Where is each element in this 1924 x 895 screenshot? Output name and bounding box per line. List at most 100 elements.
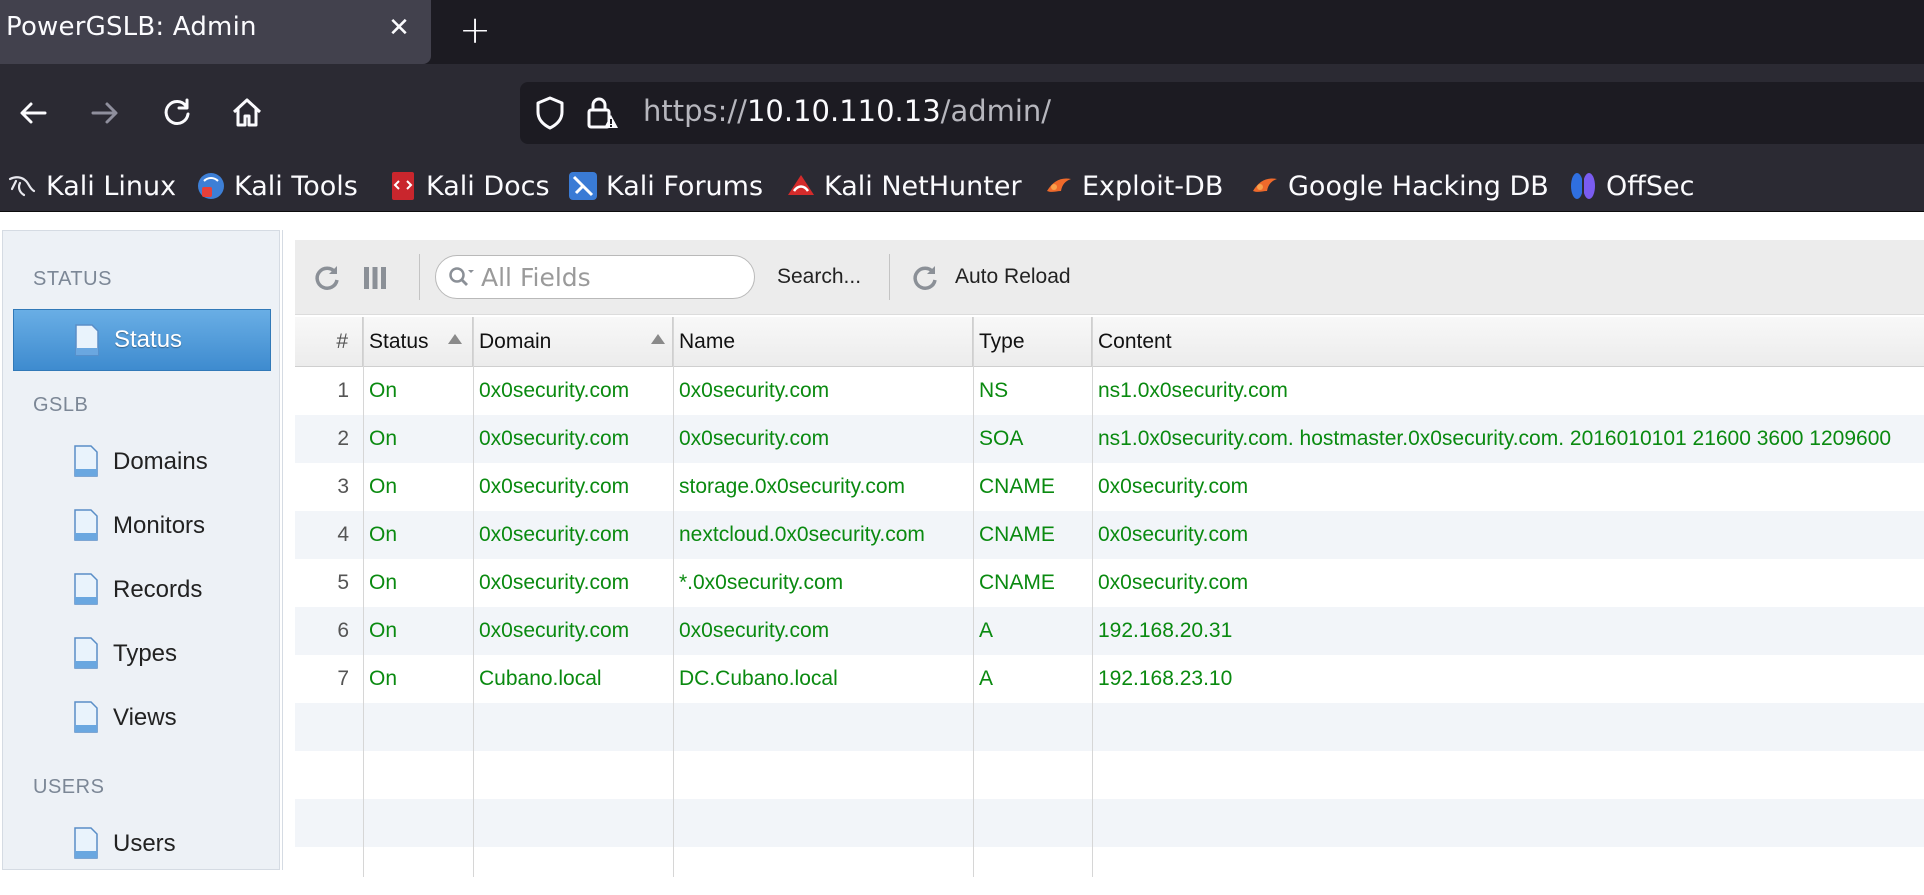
- cell-content: ns1.0x0security.com. hostmaster.0x0secur…: [1098, 427, 1892, 450]
- cell-type: A: [979, 667, 994, 690]
- cell-domain: 0x0security.com: [479, 619, 630, 642]
- bookmark-label: Kali Tools: [234, 170, 358, 202]
- document-icon: [74, 445, 98, 477]
- search-button[interactable]: Search...: [777, 265, 861, 289]
- search-input[interactable]: [481, 262, 741, 292]
- url-scheme: https://: [643, 94, 747, 128]
- column-header-name[interactable]: Name: [673, 317, 973, 367]
- empty-row: [295, 703, 1924, 751]
- column-header-status[interactable]: Status: [363, 317, 473, 367]
- bookmark-kali-tools[interactable]: Kali Tools: [196, 164, 358, 208]
- home-button[interactable]: [222, 88, 272, 138]
- cell-content: ns1.0x0security.com: [1098, 379, 1288, 402]
- sidebar-item-records[interactable]: Records: [13, 559, 271, 621]
- sidebar-item-label: Views: [113, 704, 177, 731]
- sidebar-item-label: Monitors: [113, 512, 206, 539]
- document-icon: [74, 573, 98, 605]
- columns-button[interactable]: [355, 258, 395, 298]
- url-text[interactable]: https://10.10.110.13/admin/: [643, 94, 1051, 128]
- forward-button[interactable]: [80, 88, 130, 138]
- page-content: STATUS Status GSLB Domains Monitors Reco…: [0, 213, 1924, 895]
- column-header-content[interactable]: Content: [1092, 317, 1924, 367]
- tab-strip: PowerGSLB: Admin ✕ +: [0, 0, 1924, 64]
- search-field[interactable]: [435, 255, 755, 299]
- sidebar-item-users[interactable]: Users: [13, 813, 271, 875]
- bookmark-kali-linux[interactable]: Kali Linux: [8, 164, 176, 208]
- cell-content: 0x0security.com: [1098, 523, 1249, 546]
- bookmark-google-hacking-db[interactable]: Google Hacking DB: [1250, 164, 1549, 208]
- cell-content: 192.168.23.10: [1098, 667, 1233, 690]
- sidebar-item-types[interactable]: Types: [13, 623, 271, 685]
- table-row[interactable]: 5 On 0x0security.com *.0x0security.com C…: [295, 559, 1924, 607]
- sidebar-item-monitors[interactable]: Monitors: [13, 495, 271, 557]
- address-bar[interactable]: https://10.10.110.13/admin/: [520, 82, 1924, 144]
- column-header-index: #: [295, 317, 363, 367]
- reload-icon: [164, 98, 190, 125]
- bookmark-label: OffSec: [1606, 170, 1695, 202]
- ghdb-icon: [1250, 171, 1280, 201]
- sidebar-item-domains[interactable]: Domains: [13, 431, 271, 493]
- sidebar-item-label: Records: [113, 576, 203, 603]
- navigation-toolbar: https://10.10.110.13/admin/: [0, 64, 1924, 160]
- document-icon: [74, 637, 98, 669]
- back-arrow-icon: [20, 102, 47, 124]
- bookmark-kali-forums[interactable]: Kali Forums: [568, 164, 763, 208]
- table-row[interactable]: 2 On 0x0security.com 0x0security.com SOA…: [295, 415, 1924, 463]
- sidebar-item-status[interactable]: Status: [13, 309, 271, 371]
- close-tab-icon[interactable]: ✕: [384, 10, 414, 46]
- sidebar-item-label: Domains: [113, 448, 208, 475]
- cell-status: On: [369, 619, 398, 642]
- auto-reload-label[interactable]: Auto Reload: [955, 265, 1071, 289]
- bookmark-label: Google Hacking DB: [1288, 170, 1549, 202]
- cell-domain: 0x0security.com: [479, 427, 630, 450]
- cell-status: On: [369, 667, 398, 690]
- column-header-label: Domain: [479, 330, 552, 353]
- lock-warning-icon[interactable]: [586, 95, 620, 131]
- bookmark-kali-nethunter[interactable]: Kali NetHunter: [786, 164, 1022, 208]
- sidebar-item-views[interactable]: Views: [13, 687, 271, 749]
- cell-name: 0x0security.com: [679, 619, 830, 642]
- cell-name: storage.0x0security.com: [679, 475, 906, 498]
- table-row[interactable]: 3 On 0x0security.com storage.0x0security…: [295, 463, 1924, 511]
- table-row[interactable]: 4 On 0x0security.com nextcloud.0x0securi…: [295, 511, 1924, 559]
- bookmark-exploit-db[interactable]: Exploit-DB: [1044, 164, 1223, 208]
- cell-name: 0x0security.com: [679, 379, 830, 402]
- toolbar-separator: [889, 254, 890, 300]
- cell-type: CNAME: [979, 523, 1055, 546]
- sort-ascending-icon: [651, 334, 665, 344]
- column-header-domain[interactable]: Domain: [473, 317, 673, 367]
- reload-button[interactable]: [152, 88, 202, 138]
- document-icon: [74, 701, 98, 733]
- new-tab-button[interactable]: +: [455, 8, 495, 52]
- bookmark-label: Kali Docs: [426, 170, 550, 202]
- table-row[interactable]: 1 On 0x0security.com 0x0security.com NS …: [295, 367, 1924, 415]
- document-icon: [75, 324, 99, 356]
- cell-domain: 0x0security.com: [479, 379, 630, 402]
- column-divider: [473, 317, 474, 877]
- table-header: # Status Domain Name Type Content: [295, 317, 1924, 367]
- cell-type: A: [979, 619, 994, 642]
- shield-icon[interactable]: [534, 96, 566, 130]
- bookmark-label: Kali NetHunter: [824, 170, 1022, 202]
- bookmark-label: Kali Forums: [606, 170, 764, 202]
- kali-nethunter-icon: [786, 171, 816, 201]
- bookmark-offsec[interactable]: OffSec: [1568, 164, 1694, 208]
- bookmark-kali-docs[interactable]: Kali Docs: [388, 164, 550, 208]
- cell-domain: 0x0security.com: [479, 475, 630, 498]
- auto-reload-button[interactable]: [905, 258, 945, 298]
- column-header-type[interactable]: Type: [973, 317, 1092, 367]
- table-row[interactable]: 6 On 0x0security.com 0x0security.com A 1…: [295, 607, 1924, 655]
- browser-tab[interactable]: PowerGSLB: Admin ✕: [0, 0, 431, 64]
- cell-type: CNAME: [979, 571, 1055, 594]
- sidebar-group-users: USERS: [33, 776, 105, 798]
- back-button[interactable]: [8, 88, 58, 138]
- kali-dragon-icon: [8, 171, 38, 201]
- document-icon: [74, 509, 98, 541]
- columns-icon: [364, 267, 386, 289]
- cell-status: On: [369, 475, 398, 498]
- grid-toolbar: Search... Auto Reload: [295, 240, 1924, 315]
- search-icon[interactable]: [448, 266, 476, 290]
- kali-forums-icon: [568, 171, 598, 201]
- refresh-button[interactable]: [307, 258, 347, 298]
- table-row[interactable]: 7 On Cubano.local DC.Cubano.local A 192.…: [295, 655, 1924, 703]
